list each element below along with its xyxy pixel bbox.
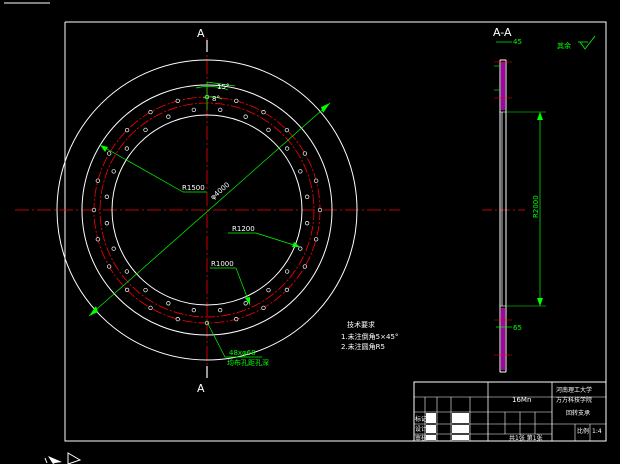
tb-material: 16Mn: [512, 396, 531, 404]
bolt-hole: [234, 317, 239, 322]
radius-outer-dimension: R1500: [99, 144, 207, 193]
surface-finish-symbol: 其余: [557, 35, 596, 50]
bolt-hole: [266, 127, 271, 133]
tb-sheet-label: 共1张 第1张: [509, 434, 543, 442]
bolt-hole: [298, 246, 303, 251]
radius-inner-label: R1000: [211, 260, 234, 268]
bolt-hole: [104, 194, 110, 199]
bolt-hole: [302, 151, 308, 156]
bolt-hole: [218, 107, 223, 113]
bolt-hole: [243, 301, 248, 306]
angle-inner-label: 8°: [212, 95, 220, 103]
tb-label-review: 审核: [415, 434, 427, 442]
bolt-hole: [284, 269, 290, 274]
section-height-dim: R2000: [506, 111, 546, 307]
bolt-hole: [166, 114, 171, 119]
notes-line2: 2.未注圆角R5: [341, 342, 385, 351]
section-top-width-dim: 45: [496, 38, 522, 46]
bolt-hole: [302, 264, 308, 269]
bolt-hole: [304, 221, 310, 226]
bolt-hole: [124, 146, 130, 151]
bolt-hole: [266, 287, 271, 293]
bolt-hole: [148, 305, 153, 311]
notes-line1: 1.未注倒角5×45°: [341, 332, 398, 341]
bolt-hole: [284, 287, 290, 293]
bolt-hole: [234, 98, 239, 103]
section-view-title: A-A: [493, 26, 512, 39]
section-hatch-bottom: [499, 305, 507, 373]
section-mark-top-label: A: [197, 27, 205, 40]
technical-notes: 技术要求 1.未注倒角5×45° 2.未注圆角R5: [341, 320, 398, 351]
bolt-hole: [95, 178, 100, 183]
bolt-hole: [261, 305, 266, 311]
bolt-hole: [243, 114, 248, 119]
bolt-hole: [95, 237, 100, 242]
bolt-hole: [314, 178, 319, 183]
title-block: 标记 设计 审核 16Mn 共1张 第1张 河南理工大学 万方科技学院 回转支承…: [413, 381, 607, 442]
bolt-hole: [111, 169, 116, 174]
bolt-hole: [175, 317, 180, 322]
surface-finish-label: 其余: [557, 41, 571, 50]
bolt-hole: [124, 287, 130, 293]
notes-title: 技术要求: [347, 320, 375, 329]
bolt-hole: [166, 301, 171, 306]
tb-institution-line1: 河南理工大学: [556, 386, 592, 394]
angle-dimensions: 15° 8°: [195, 81, 236, 110]
section-mark-bottom: A: [197, 366, 208, 395]
tb-drawing-name: 回转支承: [566, 409, 590, 417]
tb-institution-line2: 万方科技学院: [556, 396, 592, 404]
mouse-cursor-icon: [44, 452, 82, 464]
bolt-hole: [143, 287, 148, 293]
bolt-hole: [143, 127, 148, 133]
bolt-hole: [106, 264, 112, 269]
bolt-hole: [124, 127, 130, 133]
section-top-width-label: 45: [513, 38, 522, 46]
bolt-hole: [284, 127, 290, 133]
bolt-hole: [314, 237, 319, 242]
radius-mid-dimension: R1200: [228, 225, 301, 248]
bolt-hole: [106, 151, 112, 156]
hole-callout-line2: 均布孔距孔深: [227, 358, 269, 367]
bolt-hole: [91, 207, 97, 213]
tb-label-design: 设计: [415, 425, 427, 433]
angle-outer-label: 15°: [217, 83, 229, 91]
bolt-hole: [191, 307, 196, 313]
diameter-dimension: φ4000: [88, 102, 331, 317]
bolt-hole: [175, 98, 180, 103]
hole-callout-line1: 48xφ68: [229, 349, 256, 357]
section-height-label: R2000: [532, 195, 540, 218]
hole-callout: 48xφ68 均布孔距孔深: [206, 321, 269, 367]
section-hatch-top: [499, 59, 507, 113]
bolt-hole: [148, 109, 153, 115]
tb-label-mark: 标记: [415, 415, 427, 423]
cad-drawing-canvas: A A 15° 8° φ4000 R1500 R1200 R1000 48xφ6…: [4, 2, 607, 464]
tb-scale-label: 比例: [577, 427, 589, 435]
front-view: A A 15° 8° φ4000 R1500 R1200 R1000 48xφ6…: [15, 27, 400, 395]
diameter-label: φ4000: [209, 181, 231, 202]
section-mark-top: A: [197, 27, 208, 52]
bolt-hole: [317, 207, 323, 213]
bolt-hole: [124, 269, 130, 274]
bolt-hole: [284, 146, 290, 151]
section-view: A-A 45 R2000 65: [482, 26, 546, 373]
bolt-hole: [304, 194, 310, 199]
tb-scale-value: 1:4: [592, 428, 602, 435]
bolt-hole: [261, 109, 266, 115]
radius-mid-label: R1200: [232, 225, 255, 233]
bolt-hole: [191, 107, 196, 113]
section-mark-bottom-label: A: [197, 382, 205, 395]
section-bottom-width-label: 65: [513, 324, 522, 332]
bolt-hole: [298, 169, 303, 174]
radius-outer-label: R1500: [182, 184, 205, 192]
bolt-hole: [104, 221, 110, 226]
radius-inner-dimension: R1000: [210, 260, 251, 306]
bolt-hole: [218, 307, 223, 313]
bolt-hole: [111, 246, 116, 251]
